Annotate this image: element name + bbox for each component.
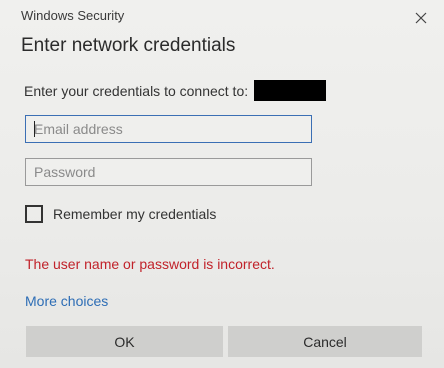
- email-field[interactable]: [25, 115, 312, 143]
- window-title: Windows Security: [21, 8, 125, 23]
- remember-credentials-checkbox[interactable]: [25, 205, 43, 223]
- credentials-dialog: Windows Security Enter network credentia…: [0, 0, 444, 368]
- dialog-heading: Enter network credentials: [21, 35, 236, 56]
- text-caret: [34, 121, 35, 137]
- cancel-button[interactable]: Cancel: [228, 326, 422, 357]
- password-field[interactable]: [25, 158, 312, 186]
- connect-prompt-text: Enter your credentials to connect to:: [24, 82, 249, 99]
- ok-button[interactable]: OK: [26, 326, 223, 357]
- more-choices-link[interactable]: More choices: [25, 293, 108, 309]
- redacted-server-name: [254, 80, 327, 101]
- remember-credentials-label: Remember my credentials: [53, 206, 217, 222]
- close-button[interactable]: [410, 8, 432, 28]
- connect-prompt: Enter your credentials to connect to:: [24, 80, 327, 101]
- error-message: The user name or password is incorrect.: [25, 256, 275, 272]
- close-icon: [415, 12, 427, 24]
- remember-credentials-option[interactable]: Remember my credentials: [25, 205, 216, 223]
